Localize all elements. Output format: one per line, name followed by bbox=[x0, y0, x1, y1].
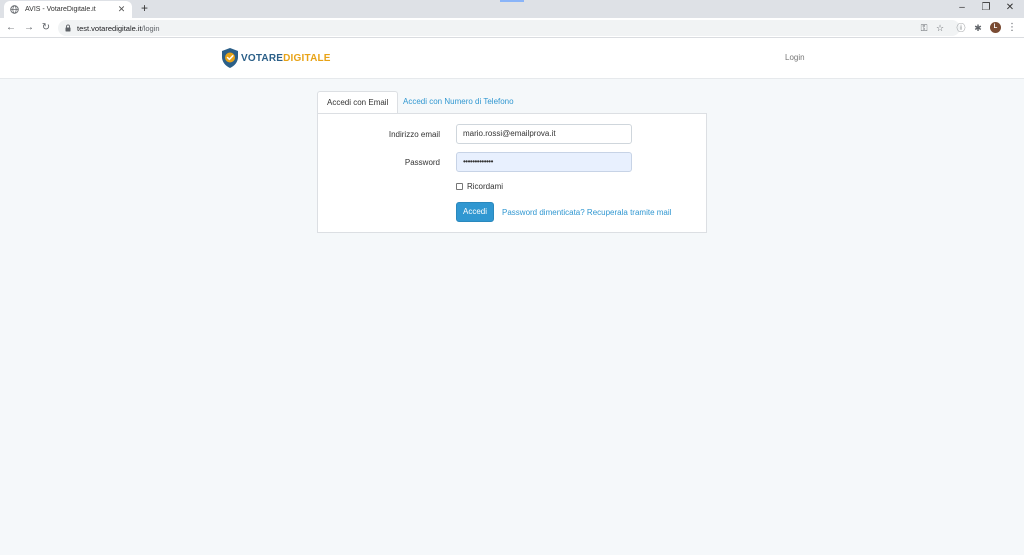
brand-logo[interactable]: VOTARE DIGITALE bbox=[221, 47, 331, 69]
browser-tab-strip: AVIS - VotareDigitale.it ✕ + – ❐ ✕ bbox=[0, 0, 1024, 18]
close-window-icon[interactable]: ✕ bbox=[1004, 2, 1016, 14]
remember-me-label: Ricordami bbox=[467, 182, 504, 191]
login-form: Indirizzo email mario.rossi@emailprova.i… bbox=[317, 113, 707, 233]
address-bar[interactable]: test.votaredigitale.it/login bbox=[58, 20, 960, 36]
email-label: Indirizzo email bbox=[388, 130, 440, 139]
globe-icon bbox=[10, 5, 19, 14]
url-path: /login bbox=[141, 23, 160, 33]
browser-tab-title: AVIS - VotareDigitale.it bbox=[25, 6, 96, 13]
window-drag-indicator bbox=[500, 0, 524, 2]
password-label: Password bbox=[404, 158, 440, 167]
profile-avatar[interactable]: L bbox=[990, 22, 1001, 33]
nav-login-link[interactable]: Login bbox=[785, 53, 805, 62]
star-icon[interactable]: ☆ bbox=[934, 22, 946, 34]
browser-toolbar: ← → ↻ test.votaredigitale.it/login ⚿ ☆ ⓘ… bbox=[0, 18, 1024, 38]
restore-icon[interactable]: ❐ bbox=[980, 2, 992, 14]
browser-tab[interactable]: AVIS - VotareDigitale.it ✕ bbox=[4, 1, 132, 18]
remember-me-checkbox[interactable] bbox=[456, 183, 463, 190]
back-arrow-icon[interactable]: ← bbox=[5, 22, 17, 34]
extensions-icon[interactable]: ✱ bbox=[972, 22, 984, 34]
brand-text-secondary: DIGITALE bbox=[283, 52, 331, 64]
password-field[interactable]: ••••••••••••• bbox=[456, 152, 632, 172]
tab-email-login[interactable]: Accedi con Email bbox=[317, 91, 399, 113]
reload-icon[interactable]: ↻ bbox=[40, 22, 52, 34]
minimize-icon[interactable]: – bbox=[956, 2, 968, 14]
brand-text-primary: VOTARE bbox=[241, 52, 284, 64]
key-icon[interactable]: ⚿ bbox=[918, 22, 930, 34]
close-tab-icon[interactable]: ✕ bbox=[117, 5, 126, 14]
login-tabs: Accedi con Email Accedi con Numero di Te… bbox=[317, 91, 707, 113]
tab-phone-login[interactable]: Accedi con Numero di Telefono bbox=[394, 91, 523, 113]
forward-arrow-icon[interactable]: → bbox=[23, 22, 35, 34]
login-submit-button[interactable]: Accedi bbox=[456, 202, 494, 222]
forgot-password-link[interactable]: Password dimenticata? Recuperala tramite… bbox=[502, 208, 671, 217]
lock-icon bbox=[64, 24, 72, 32]
email-field[interactable]: mario.rossi@emailprova.it bbox=[456, 124, 632, 144]
remember-me-row[interactable]: Ricordami bbox=[456, 182, 503, 191]
new-tab-icon[interactable]: + bbox=[138, 2, 151, 15]
url-host: test.votaredigitale.it bbox=[77, 23, 142, 33]
info-icon[interactable]: ⓘ bbox=[955, 22, 967, 34]
menu-icon[interactable]: ⋮ bbox=[1007, 22, 1017, 34]
site-navbar: VOTARE DIGITALE Login bbox=[0, 38, 1024, 79]
shield-check-icon bbox=[221, 47, 239, 69]
